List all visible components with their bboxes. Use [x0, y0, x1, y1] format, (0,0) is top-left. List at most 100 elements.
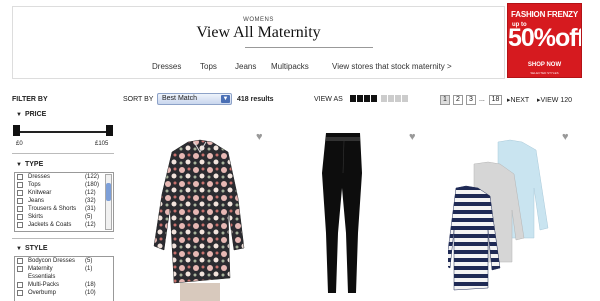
price-filter-heading[interactable]: ▼ PRICE [16, 111, 46, 118]
filter-option[interactable]: Knitwear (12) [15, 189, 113, 197]
filter-option-count: (5) [85, 214, 93, 220]
subnav-store-locator[interactable]: View stores that stock maternity > [332, 62, 452, 71]
filter-option[interactable]: Trousers & Shorts (31) [15, 205, 113, 213]
page-3[interactable]: 3 [466, 95, 476, 105]
heart-icon[interactable]: ♥ [562, 131, 569, 143]
filter-option-count: (1) [85, 266, 93, 272]
divider [12, 238, 114, 239]
chevron-down-icon: ▼ [221, 95, 230, 103]
next-label: NEXT [510, 97, 530, 104]
checkbox[interactable] [17, 182, 23, 188]
checkbox[interactable] [17, 290, 23, 296]
product-image-floral-shirt[interactable] [150, 138, 250, 301]
filter-option[interactable]: Jeans (32) [15, 197, 113, 205]
filter-option[interactable]: Tops (180) [15, 181, 113, 189]
sort-label: SORT BY [123, 96, 154, 103]
subnav-tops[interactable]: Tops [200, 62, 217, 71]
price-slider-max-handle[interactable] [106, 125, 113, 136]
title-underline [245, 47, 373, 48]
checkbox[interactable] [17, 282, 23, 288]
grid-large-icon[interactable] [364, 95, 370, 102]
filter-option-label: Trousers & Shorts [28, 206, 77, 212]
heart-icon[interactable]: ♥ [409, 131, 416, 143]
grid-small-icon[interactable] [395, 95, 401, 102]
page-18[interactable]: 18 [489, 95, 502, 105]
promo-shop-now[interactable]: SHOP NOW [508, 62, 581, 68]
filter-option-count: (32) [85, 198, 96, 204]
filter-option-count: (180) [85, 182, 100, 188]
price-slider-min-handle[interactable] [13, 125, 20, 136]
filter-option-label: Overbump [28, 290, 57, 296]
promo-banner[interactable]: FASHION FRENZY up to 50%off SHOP NOW SEL… [507, 3, 582, 78]
filter-option-count: (12) [85, 222, 96, 228]
subnav-dresses[interactable]: Dresses [152, 62, 181, 71]
checkbox[interactable] [17, 214, 23, 220]
price-title: PRICE [24, 111, 47, 118]
style-title: STYLE [24, 245, 48, 252]
filter-option-continued: Essentials [15, 273, 113, 281]
page-1[interactable]: 1 [440, 95, 450, 105]
filter-option-count: (31) [85, 206, 96, 212]
triangle-down-icon: ▼ [16, 162, 22, 168]
scrollbar-thumb[interactable] [106, 183, 111, 201]
style-filter-heading[interactable]: ▼ STYLE [16, 245, 48, 252]
checkbox[interactable] [17, 266, 23, 272]
divider [12, 153, 114, 154]
page-header: WOMENS View All Maternity Dresses Tops J… [12, 6, 505, 79]
grid-small-icon[interactable] [402, 95, 408, 102]
grid-small-icon[interactable] [388, 95, 394, 102]
checkbox[interactable] [17, 258, 23, 264]
checkbox[interactable] [17, 206, 23, 212]
filter-option[interactable]: Multi-Packs (18) [15, 281, 113, 289]
filter-option[interactable]: Jackets & Coats (12) [15, 221, 113, 229]
checkbox[interactable] [17, 222, 23, 228]
filter-option-label: Skirts [28, 214, 43, 220]
heart-icon[interactable]: ♥ [256, 131, 263, 143]
view-toggle [350, 95, 409, 113]
filter-option-label: Tops [28, 182, 41, 188]
price-slider-track[interactable] [14, 131, 111, 133]
triangle-down-icon: ▼ [16, 112, 22, 118]
checkbox[interactable] [17, 174, 23, 180]
checkbox[interactable] [17, 198, 23, 204]
grid-small-icon[interactable] [381, 95, 387, 102]
filter-option-label: Dresses [28, 174, 51, 180]
page-ellipsis: ... [479, 96, 485, 103]
subnav-multipacks[interactable]: Multipacks [271, 62, 309, 71]
next-link[interactable]: ▸NEXT [507, 96, 529, 104]
checkbox[interactable] [17, 190, 23, 196]
type-list-scrollbar[interactable] [105, 174, 112, 230]
filter-option[interactable]: Dresses (122) [15, 173, 113, 181]
product-image-multipack-tops[interactable] [448, 138, 558, 301]
type-filter-heading[interactable]: ▼ TYPE [16, 161, 43, 168]
filter-option-count: (122) [85, 174, 100, 180]
subnav-jeans[interactable]: Jeans [235, 62, 256, 71]
filter-option-count: (12) [85, 190, 96, 196]
grid-large-icon[interactable] [357, 95, 363, 102]
product-image-black-jeans[interactable] [318, 133, 368, 301]
filter-option-label: Jeans [28, 198, 45, 204]
filter-option[interactable]: Overbump (10) [15, 289, 113, 297]
page-2[interactable]: 2 [453, 95, 463, 105]
section-kicker: WOMENS [243, 17, 274, 23]
price-max-label: £105 [95, 141, 109, 147]
promo-selected: SELECTED STYLES [530, 71, 559, 75]
filter-option[interactable]: Skirts (5) [15, 213, 113, 221]
promo-title: FASHION FRENZY [511, 10, 578, 19]
filter-option-label: Maternity [28, 266, 53, 272]
view-120-label: VIEW 120 [540, 97, 573, 104]
filter-option[interactable]: Bodycon Dresses (5) [15, 257, 113, 265]
filter-option-label: Jackets & Coats [28, 222, 72, 228]
view-120-link[interactable]: ▸VIEW 120 [537, 96, 572, 104]
promo-discount: 50%off [508, 24, 582, 52]
type-title: TYPE [24, 161, 44, 168]
filter-option[interactable]: Maternity (1) [15, 265, 113, 273]
sort-select[interactable]: Best Match ▼ [157, 93, 232, 105]
price-min-label: £0 [16, 141, 23, 147]
filter-option-label: Essentials [28, 274, 56, 280]
results-count: 418 results [237, 96, 274, 103]
grid-large-icon[interactable] [350, 95, 356, 102]
filter-option-label: Knitwear [28, 190, 52, 196]
filter-option-count: (5) [85, 258, 93, 264]
grid-large-icon[interactable] [371, 95, 377, 102]
